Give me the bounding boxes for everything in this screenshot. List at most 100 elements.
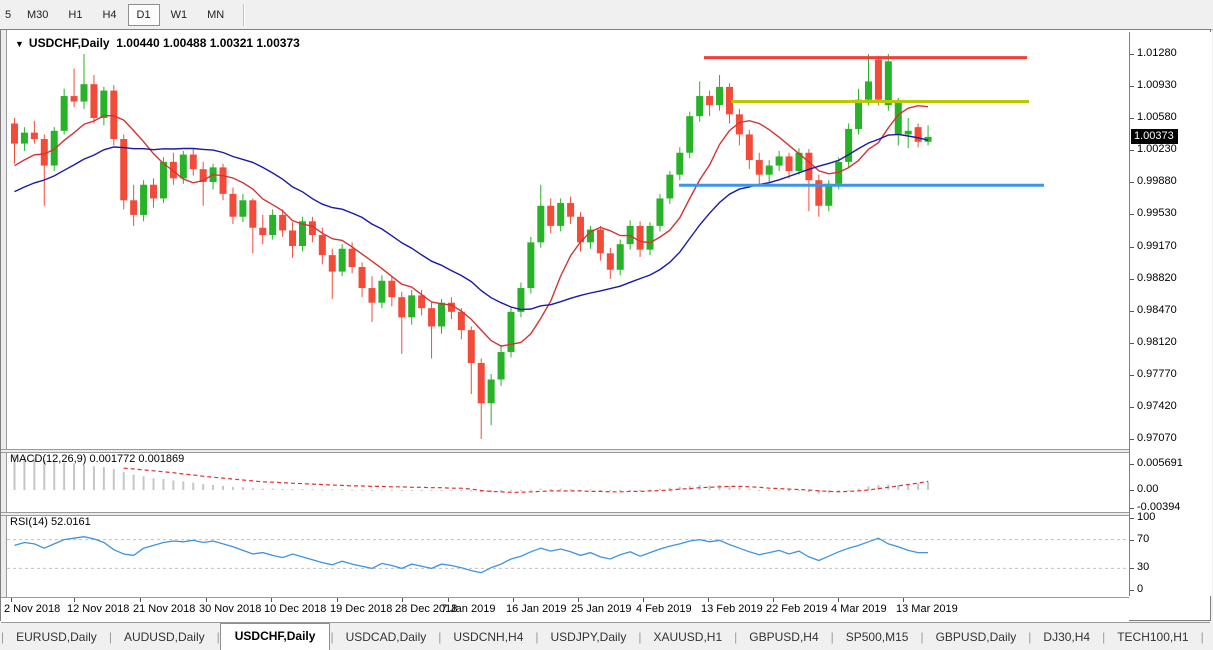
- rsi-axis-label: 100: [1137, 511, 1156, 523]
- date-tick: [206, 598, 207, 602]
- macd-signal-line: [123, 467, 929, 493]
- price-axis-label-tick: [1130, 278, 1134, 280]
- price-axis-label: 0.97420: [1137, 399, 1177, 412]
- tab-usdchf-daily[interactable]: USDCHF,Daily: [219, 623, 331, 650]
- rsi-label: RSI(14) 52.0161: [10, 516, 91, 528]
- macd-axis-label-tick: [1130, 464, 1134, 466]
- date-tick: [74, 598, 75, 602]
- timeframe-button-h1[interactable]: H1: [59, 4, 91, 26]
- price-axis[interactable]: 1.01280 1.00930 1.00580 1.00230 0.99880 0.995…: [1129, 32, 1212, 596]
- date-tick-label: 25 Jan 2019: [571, 603, 632, 615]
- rsi-line: [14, 536, 929, 574]
- macd-label: MACD(12,26,9) 0.001772 0.001869: [10, 453, 185, 465]
- tab-eurusd-daily[interactable]: EURUSD,Daily: [4, 625, 109, 650]
- price-axis-label: 0.97770: [1137, 367, 1177, 380]
- chart-ohlc-values: 1.00440 1.00488 1.00321 1.00373: [116, 36, 300, 50]
- price-axis-label-tick: [1130, 246, 1134, 248]
- tab-xauusd-h1[interactable]: XAUUSD,H1: [641, 625, 734, 650]
- timeframe-button-h4[interactable]: H4: [93, 4, 125, 26]
- price-axis-label: 1.00580: [1137, 111, 1177, 123]
- rsi-indicator-area[interactable]: [7, 514, 1129, 596]
- price-axis-label-tick: [1130, 310, 1134, 312]
- date-tick: [11, 598, 12, 602]
- chart-dropdown-arrow-icon[interactable]: ▼: [15, 39, 24, 49]
- price-axis-label: 0.98120: [1137, 335, 1177, 348]
- current-price-badge: 1.00373: [1131, 128, 1178, 144]
- date-tick-label: 19 Dec 2018: [330, 603, 393, 615]
- date-tick-label: 16 Jan 2019: [506, 603, 567, 615]
- date-tick: [903, 598, 904, 602]
- price-axis-label-tick: [1130, 150, 1134, 151]
- price-axis-label: 1.00230: [1137, 143, 1177, 155]
- timeframe-button-5[interactable]: 5: [2, 4, 16, 26]
- rsi-axis-label: 30: [1137, 561, 1150, 574]
- date-tick: [773, 598, 774, 602]
- macd-axis-label: 0.00: [1137, 483, 1159, 495]
- date-tick-label: 2 Nov 2018: [4, 603, 61, 615]
- price-axis-label-tick: [1130, 438, 1134, 440]
- macd-axis-label: 0.005691: [1137, 457, 1183, 470]
- macd-axis-label-tick: [1130, 507, 1134, 509]
- date-tick-label: 13 Feb 2019: [701, 603, 763, 615]
- tab-gbpusd-daily[interactable]: GBPUSD,Daily: [924, 625, 1029, 650]
- timeframe-button-d1[interactable]: D1: [127, 3, 160, 26]
- date-tick-label: 4 Mar 2019: [831, 603, 887, 615]
- date-tick-label: 4 Feb 2019: [636, 603, 692, 615]
- macd-axis-label-tick: [1130, 490, 1134, 491]
- date-tick: [578, 598, 579, 602]
- rsi-axis-label: 70: [1137, 532, 1150, 545]
- timeframe-button-m30[interactable]: M30: [18, 4, 57, 26]
- date-tick: [140, 598, 141, 602]
- date-tick-label: 30 Nov 2018: [199, 603, 262, 615]
- timeframe-button-mn[interactable]: MN: [198, 4, 233, 26]
- rsi-axis-label-tick: [1130, 539, 1134, 541]
- date-tick-label: 7 Jan 2019: [441, 603, 496, 615]
- chart-tab-bar: | EURUSD,Daily | AUDUSD,Daily | USDCHF,Daily |…: [1, 622, 1210, 650]
- date-tick: [838, 598, 839, 602]
- tab-tech100-h1[interactable]: TECH100,H1: [1105, 625, 1200, 650]
- tab-sp500-m15[interactable]: SP500,M15: [834, 625, 921, 650]
- rsi-axis-label-tick: [1130, 590, 1134, 591]
- price-axis-label: 0.97070: [1137, 431, 1177, 444]
- date-tick-label: 21 Nov 2018: [133, 603, 196, 615]
- price-axis-label-tick: [1130, 342, 1134, 344]
- date-tick: [513, 598, 514, 602]
- candles: [11, 54, 932, 439]
- price-axis-label: 0.98470: [1137, 303, 1177, 316]
- panel-splitter-rsi[interactable]: [1, 512, 1210, 516]
- price-axis-label-tick: [1130, 118, 1134, 119]
- tab-usdcad-daily[interactable]: USDCAD,Daily: [334, 625, 439, 650]
- tab-audusd-daily[interactable]: AUDUSD,Daily: [112, 625, 217, 650]
- price-axis-label-tick: [1130, 86, 1134, 87]
- date-tick: [337, 598, 338, 602]
- chart-title: ▼ USDCHF,Daily 1.00440 1.00488 1.00321 1.…: [15, 36, 300, 50]
- price-axis-label: 1.00930: [1137, 79, 1177, 91]
- tab-usdjpy-daily[interactable]: USDJPY,Daily: [539, 625, 639, 650]
- price-axis-label-tick: [1130, 54, 1134, 55]
- date-tick: [402, 598, 403, 602]
- date-tick: [708, 598, 709, 602]
- rsi-axis-label: 0: [1137, 583, 1144, 595]
- price-axis-label: 0.98820: [1137, 271, 1177, 284]
- date-tick: [448, 598, 449, 602]
- ma-fast-red: [14, 104, 929, 347]
- price-axis-label: 1.01280: [1137, 47, 1177, 59]
- tab-usdcnh-h4[interactable]: USDCNH,H4: [441, 625, 535, 650]
- tab-ukc[interactable]: UKC: [1204, 625, 1213, 650]
- price-axis-label-tick: [1130, 182, 1134, 183]
- date-tick-label: 10 Dec 2018: [264, 603, 327, 615]
- timeframe-button-w1[interactable]: W1: [162, 4, 197, 26]
- date-tick: [271, 598, 272, 602]
- price-axis-label: 0.99880: [1137, 175, 1177, 187]
- rsi-axis-label-tick: [1130, 568, 1134, 570]
- main-chart-area[interactable]: [7, 32, 1129, 449]
- price-axis-label: 0.99170: [1137, 239, 1177, 252]
- price-axis-label-tick: [1130, 374, 1134, 376]
- date-tick-label: 12 Nov 2018: [67, 603, 130, 615]
- timeframe-toolbar: 5 M30 H1 H4 D1 W1 MN: [0, 0, 1213, 30]
- tab-gbpusd-h4[interactable]: GBPUSD,H4: [737, 625, 830, 650]
- date-axis[interactable]: 2 Nov 2018 12 Nov 2018 21 Nov 2018 30 Nov 2…: [1, 597, 1129, 622]
- tab-dj30-h4[interactable]: DJ30,H4: [1031, 625, 1102, 650]
- date-tick: [643, 598, 644, 602]
- chart-window: ▼ USDCHF,Daily 1.00440 1.00488 1.00321 1.…: [0, 29, 1212, 650]
